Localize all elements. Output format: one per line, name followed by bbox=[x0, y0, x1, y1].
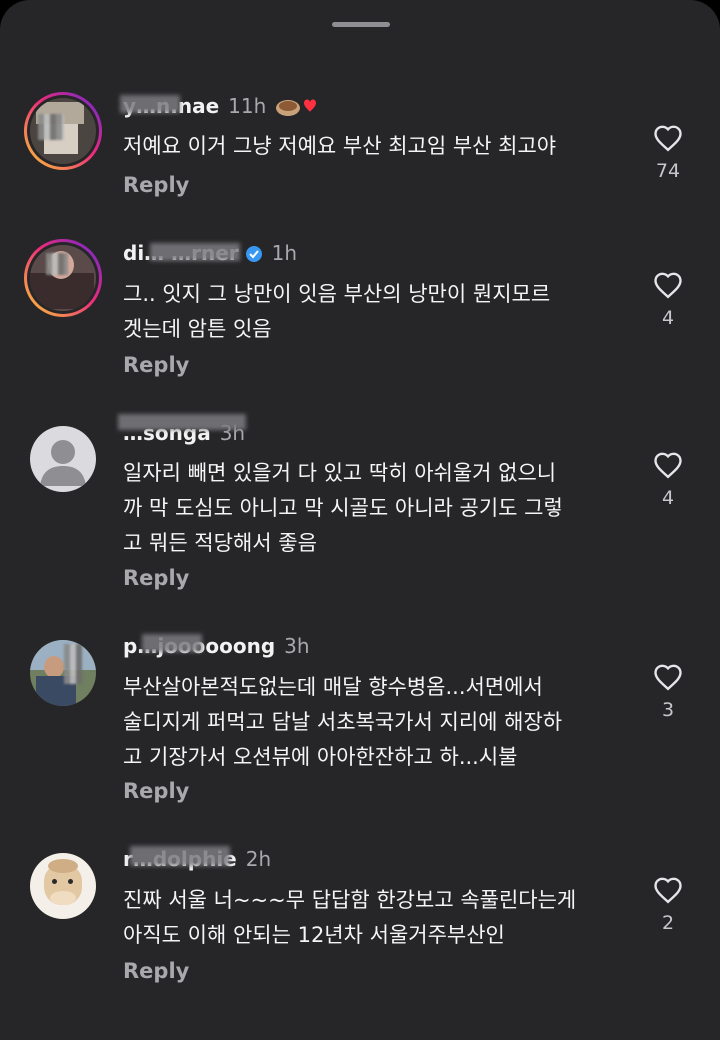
like-control: 2 bbox=[648, 876, 688, 934]
like-count: 2 bbox=[661, 912, 675, 934]
comment-time: 11h bbox=[228, 94, 267, 118]
like-count: 4 bbox=[661, 307, 675, 329]
reply-button[interactable]: Reply bbox=[123, 779, 189, 803]
heart-outline-icon[interactable] bbox=[648, 451, 688, 479]
heart-outline-icon[interactable] bbox=[648, 124, 688, 152]
comment-time: 1h bbox=[271, 241, 298, 265]
like-count: 4 bbox=[661, 487, 675, 509]
like-control: 4 bbox=[648, 271, 688, 329]
comment-text: 저예요 이거 그냥 저예요 부산 최고임 부산 최고야 bbox=[123, 134, 557, 158]
like-count: 3 bbox=[661, 699, 675, 721]
sheet-drag-handle[interactable] bbox=[332, 22, 390, 27]
reply-button[interactable]: Reply bbox=[123, 173, 189, 197]
avatar[interactable] bbox=[24, 420, 102, 498]
like-control: 74 bbox=[648, 124, 688, 182]
avatar[interactable] bbox=[24, 92, 102, 170]
default-avatar-icon bbox=[40, 440, 86, 486]
reply-button[interactable]: Reply bbox=[123, 566, 189, 590]
like-control: 4 bbox=[648, 451, 688, 509]
comment-time: 2h bbox=[245, 847, 272, 871]
comment-time: 3h bbox=[284, 634, 310, 658]
avatar[interactable] bbox=[24, 634, 102, 712]
heart-outline-icon[interactable] bbox=[648, 876, 688, 904]
comment-text: 진짜 서울 너~~~무 답답함 한강보고 속풀린다는게 아직도 이해 안되는 1… bbox=[123, 888, 577, 947]
comment-text: 부산살아본적도없는데 매달 향수병옴...서면에서 술디지게 퍼먹고 담날 서초… bbox=[123, 675, 563, 769]
comments-sheet: y…n.nae 11h 저예요 이거 그냥 저예요 부산 최고임 부산 최고야 … bbox=[0, 0, 720, 1040]
avatar[interactable] bbox=[24, 847, 102, 925]
avatar[interactable] bbox=[24, 239, 102, 317]
comment-text: 그.. 잇지 그 낭만이 잇음 부산의 낭만이 뭔지모르 겟는데 암튼 잇음 bbox=[123, 282, 551, 341]
like-count: 74 bbox=[655, 160, 681, 182]
food-heart-emoji-icon bbox=[274, 95, 317, 117]
heart-outline-icon[interactable] bbox=[648, 663, 688, 691]
comment-text: 일자리 빼면 있을거 다 있고 딱히 아쉬울거 없으니 까 막 도심도 아니고 … bbox=[123, 461, 563, 555]
reply-button[interactable]: Reply bbox=[123, 959, 189, 983]
reply-button[interactable]: Reply bbox=[123, 353, 189, 377]
heart-outline-icon[interactable] bbox=[648, 271, 688, 299]
like-control: 3 bbox=[648, 663, 688, 721]
verified-badge-icon bbox=[245, 244, 263, 262]
